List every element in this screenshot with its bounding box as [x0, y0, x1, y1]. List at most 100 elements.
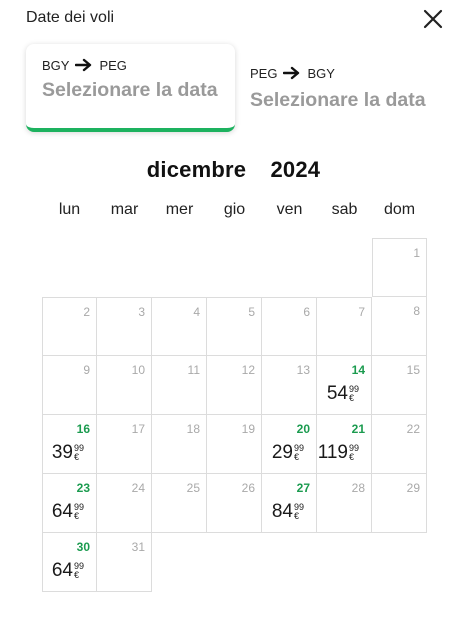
- return-date-placeholder: Selezionare la data: [250, 89, 426, 111]
- weekday-label: sab: [331, 201, 358, 218]
- price-currency: €: [293, 511, 299, 521]
- calendar-day: 11: [152, 356, 207, 415]
- calendar-week: 16 39 99 € 17 18 19 20 29 99 € 21 119 99 € 22: [42, 415, 427, 474]
- calendar-day: 17: [97, 415, 152, 474]
- close-icon: [423, 9, 443, 29]
- calendar-day: 24: [97, 474, 152, 533]
- calendar-week: 2 3 4 5 6 7 8: [42, 297, 427, 356]
- year: 2024: [270, 157, 321, 182]
- price-currency: €: [348, 452, 354, 462]
- day-number: 31: [131, 540, 145, 554]
- day-number: 24: [131, 481, 145, 495]
- close-button[interactable]: [421, 7, 445, 31]
- calendar-day-available[interactable]: 21 119 99 €: [317, 415, 372, 474]
- calendar-day-available[interactable]: 14 54 99 €: [317, 356, 372, 415]
- calendar-day: 1: [372, 238, 427, 297]
- calendar-empty-cell: [42, 238, 97, 297]
- day-number: 17: [131, 422, 145, 436]
- calendar-day: 3: [97, 297, 152, 356]
- calendar-day-available[interactable]: 20 29 99 €: [262, 415, 317, 474]
- calendar-day: 22: [372, 415, 427, 474]
- calendar-empty-cell: [152, 533, 207, 592]
- weekday-label: ven: [276, 201, 303, 218]
- calendar-day: 6: [262, 297, 317, 356]
- calendar-day: 12: [207, 356, 262, 415]
- day-number: 20: [296, 422, 310, 436]
- weekday-label: mer: [165, 201, 194, 218]
- day-number: 10: [131, 363, 145, 377]
- price-currency: €: [73, 570, 79, 580]
- day-number: 3: [138, 305, 145, 319]
- plane-icon: [283, 66, 300, 80]
- weekday-label: mar: [110, 201, 139, 218]
- day-number: 27: [296, 481, 310, 495]
- day-price: 84 99 €: [272, 501, 304, 523]
- calendar-day-available[interactable]: 23 64 99 €: [42, 474, 97, 533]
- return-date-selector[interactable]: PEG BGY Selezionare la data: [234, 52, 444, 132]
- day-price: 119 99 €: [318, 442, 359, 464]
- day-number: 21: [351, 422, 365, 436]
- month-name: dicembre: [146, 157, 247, 182]
- day-number: 14: [351, 363, 365, 377]
- outbound-origin: BGY: [42, 57, 70, 73]
- calendar-empty-cell: [372, 533, 427, 592]
- calendar-day: 7: [317, 297, 372, 356]
- day-price: 64 99 €: [52, 501, 84, 523]
- outbound-date-selector[interactable]: BGY PEG Selezionare la data: [26, 44, 235, 132]
- calendar-day: 5: [207, 297, 262, 356]
- day-number: 5: [248, 305, 255, 319]
- price-integer: 54: [326, 383, 348, 404]
- day-number: 12: [241, 363, 255, 377]
- day-number: 30: [76, 540, 90, 554]
- day-number: 25: [186, 481, 200, 495]
- day-price: 39 99 €: [52, 442, 84, 464]
- day-price: 29 99 €: [272, 442, 304, 464]
- calendar-day: 9: [42, 356, 97, 415]
- plane-icon: [75, 58, 92, 72]
- day-number: 15: [406, 363, 420, 377]
- page-title: Date dei voli: [26, 9, 115, 26]
- calendar-empty-cell: [207, 238, 262, 297]
- outbound-route: BGY PEG: [42, 56, 219, 74]
- calendar-empty-cell: [207, 533, 262, 592]
- calendar-day: 13: [262, 356, 317, 415]
- calendar-day: 8: [372, 297, 427, 356]
- price-integer: 84: [271, 501, 293, 522]
- day-number: 1: [413, 246, 420, 260]
- day-number: 18: [186, 422, 200, 436]
- calendar-day: 4: [152, 297, 207, 356]
- outbound-date-placeholder: Selezionare la data: [42, 79, 218, 101]
- calendar-day: 26: [207, 474, 262, 533]
- calendar-day-available[interactable]: 30 64 99 €: [42, 533, 97, 592]
- calendar-grid: 1 2 3 4 5 6 7 8 9 10 11 12 13 14 54 99 €15 16 39 99 €17 18 19 2…: [42, 238, 427, 592]
- price-integer: 64: [51, 560, 73, 581]
- month-title: dicembre 2024: [0, 157, 467, 183]
- day-number: 13: [296, 363, 310, 377]
- calendar-empty-cell: [262, 238, 317, 297]
- price-currency: €: [348, 393, 354, 403]
- calendar-day: 29: [372, 474, 427, 533]
- day-number: 8: [413, 304, 420, 318]
- day-number: 2: [83, 305, 90, 319]
- day-number: 29: [406, 481, 420, 495]
- weekday-label: gio: [223, 201, 246, 218]
- calendar-day-available[interactable]: 27 84 99 €: [262, 474, 317, 533]
- calendar-empty-cell: [152, 238, 207, 297]
- day-price: 54 99 €: [327, 383, 359, 405]
- day-number: 6: [303, 305, 310, 319]
- price-integer: 119: [317, 442, 348, 463]
- weekday-label: dom: [383, 201, 416, 218]
- day-number: 23: [76, 481, 90, 495]
- calendar-day: 15: [372, 356, 427, 415]
- day-number: 9: [83, 363, 90, 377]
- calendar-day: 31: [97, 533, 152, 592]
- calendar-day-available[interactable]: 16 39 99 €: [42, 415, 97, 474]
- return-route: PEG BGY: [250, 64, 428, 82]
- price-currency: €: [293, 452, 299, 462]
- day-number: 7: [358, 305, 365, 319]
- day-number: 4: [193, 305, 200, 319]
- calendar-empty-cell: [262, 533, 317, 592]
- outbound-destination: PEG: [99, 57, 127, 73]
- calendar-week: 23 64 99 € 24 25 26 27 84 99 € 28 29: [42, 474, 427, 533]
- calendar-empty-cell: [317, 533, 372, 592]
